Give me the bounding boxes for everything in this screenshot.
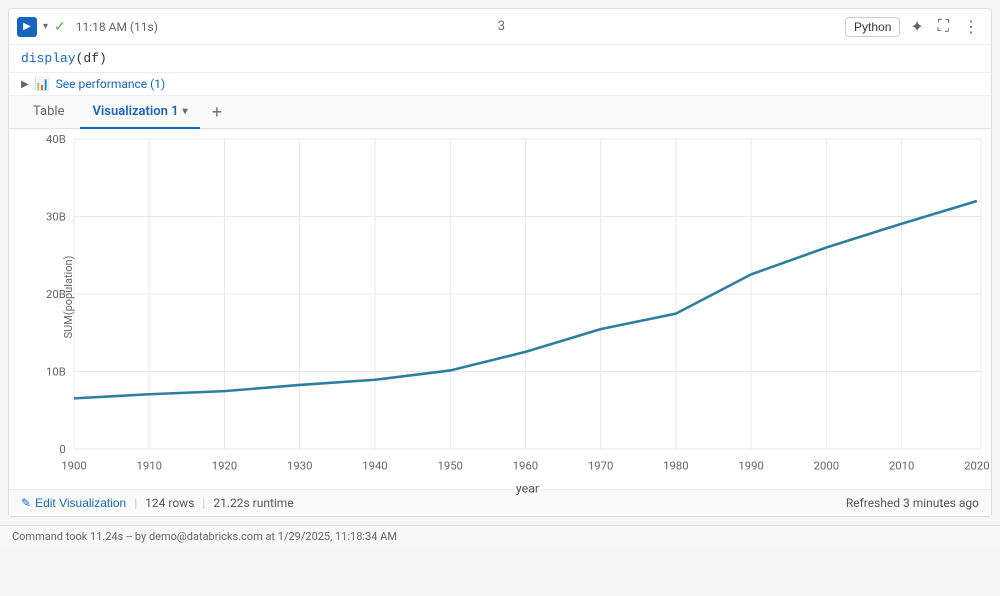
tab-viz-label: Visualization 1 bbox=[92, 104, 178, 119]
cell-toolbar: ▶ ▾ ✓ 11:18 AM (11s) 3 Python ✦ ⛶ ⋮ bbox=[9, 9, 991, 45]
performance-arrow-icon: ▶ bbox=[21, 79, 29, 90]
bar-chart-icon: 📊 bbox=[35, 77, 50, 91]
command-bar-text: Command took 11.24s -- by demo@databrick… bbox=[12, 530, 397, 543]
y-tick-40b: 40B bbox=[46, 132, 66, 146]
edit-viz-label: Edit Visualization bbox=[35, 496, 126, 510]
sparkle-icon[interactable]: ✦ bbox=[906, 15, 927, 39]
x-tick-1930: 1930 bbox=[287, 459, 312, 473]
status-check-icon: ✓ bbox=[54, 19, 66, 35]
code-function: display bbox=[21, 51, 76, 66]
performance-label: See performance (1) bbox=[56, 77, 166, 91]
line-chart: 0 10B 20B 30B 40B 1900 1910 1920 1930 19… bbox=[74, 139, 981, 449]
refreshed-info: Refreshed 3 minutes ago bbox=[846, 496, 979, 510]
command-bar: Command took 11.24s -- by demo@databrick… bbox=[0, 525, 1000, 547]
x-tick-1910: 1910 bbox=[136, 459, 161, 473]
x-tick-2010: 2010 bbox=[889, 459, 914, 473]
tab-table[interactable]: Table bbox=[21, 96, 76, 129]
expand-icon[interactable]: ⛶ bbox=[934, 16, 953, 38]
x-tick-1940: 1940 bbox=[362, 459, 387, 473]
toolbar-right: Python ✦ ⛶ ⋮ bbox=[845, 15, 983, 39]
add-visualization-button[interactable]: + bbox=[204, 99, 231, 125]
edit-visualization-button[interactable]: ✎ Edit Visualization bbox=[21, 496, 126, 510]
y-tick-10b: 10B bbox=[46, 365, 66, 379]
runtime-info: 21.22s runtime bbox=[213, 496, 293, 510]
python-language-button[interactable]: Python bbox=[845, 17, 900, 37]
cell-footer: ✎ Edit Visualization | 124 rows | 21.22s… bbox=[9, 489, 991, 516]
cell-number: 3 bbox=[164, 19, 839, 34]
code-text: (df) bbox=[76, 51, 107, 66]
y-tick-0: 0 bbox=[59, 442, 65, 456]
cell-timestamp: 11:18 AM (11s) bbox=[76, 20, 158, 34]
y-axis-label: SUM(population) bbox=[62, 255, 75, 338]
x-tick-2000: 2000 bbox=[814, 459, 839, 473]
x-axis-label: year bbox=[516, 482, 540, 496]
x-tick-1990: 1990 bbox=[738, 459, 763, 473]
chevron-down-icon[interactable]: ▾ bbox=[43, 21, 48, 32]
x-tick-2020: 2020 bbox=[964, 459, 989, 473]
chart-area: SUM(population) bbox=[9, 129, 991, 489]
rows-info: 124 rows bbox=[145, 496, 194, 510]
footer-divider-1: | bbox=[134, 496, 137, 510]
footer-divider-2: | bbox=[202, 496, 205, 510]
x-tick-1960: 1960 bbox=[513, 459, 538, 473]
tab-dropdown-icon[interactable]: ▾ bbox=[183, 106, 188, 117]
cell-code: display(df) bbox=[9, 45, 991, 73]
tabs-bar: Table Visualization 1 ▾ + bbox=[9, 96, 991, 129]
notebook-cell: ▶ ▾ ✓ 11:18 AM (11s) 3 Python ✦ ⛶ ⋮ disp… bbox=[8, 8, 992, 517]
x-tick-1970: 1970 bbox=[588, 459, 613, 473]
pencil-icon: ✎ bbox=[21, 496, 31, 510]
x-tick-1900: 1900 bbox=[61, 459, 86, 473]
tab-visualization-1[interactable]: Visualization 1 ▾ bbox=[80, 96, 199, 129]
x-tick-1920: 1920 bbox=[212, 459, 237, 473]
x-tick-1950: 1950 bbox=[437, 459, 462, 473]
output-area: Table Visualization 1 ▾ + SUM(population… bbox=[9, 96, 991, 516]
y-tick-30b: 30B bbox=[46, 210, 66, 224]
more-options-icon[interactable]: ⋮ bbox=[959, 15, 983, 39]
footer-left: ✎ Edit Visualization | 124 rows | 21.22s… bbox=[21, 496, 294, 510]
run-button[interactable]: ▶ bbox=[17, 17, 37, 37]
x-tick-1980: 1980 bbox=[663, 459, 688, 473]
run-icon: ▶ bbox=[17, 17, 37, 37]
see-performance-row[interactable]: ▶ 📊 See performance (1) bbox=[9, 73, 991, 96]
